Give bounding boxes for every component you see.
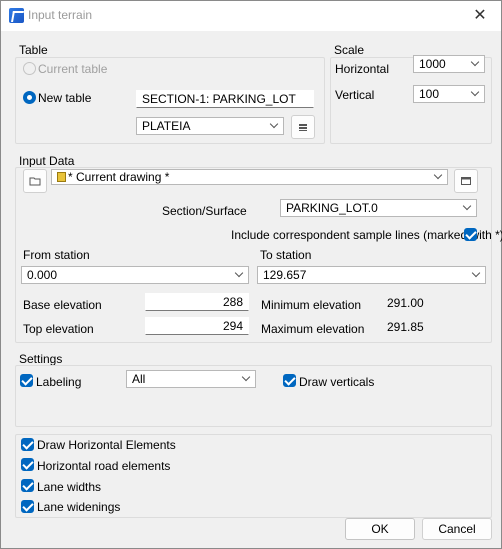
input-terrain-dialog: Input terrain ✕ Table Current table New … [0,0,502,549]
base-elevation-input[interactable]: 288 [145,293,249,311]
labeling-select[interactable]: All [126,370,256,388]
section-surface-value: PARKING_LOT.0 [286,201,378,215]
horizontal-scale-label: Horizontal [335,62,390,76]
labeling-checkbox[interactable] [20,374,33,387]
table-layer-value: PLATEIA [142,119,191,133]
include-sample-lines-label: Include correspondent sample lines (mark… [231,228,502,242]
chevron-down-icon [464,204,471,211]
include-sample-lines-checkbox[interactable] [464,228,477,241]
minimum-elevation-value: 291.00 [387,296,424,310]
horizontal-scale-select[interactable]: 1000 [413,55,485,73]
chevron-down-icon [435,173,442,180]
draw-verticals-checkbox[interactable] [283,374,296,387]
chevron-down-icon [236,271,243,278]
section-surface-select[interactable]: PARKING_LOT.0 [280,199,477,217]
draw-horizontal-elements-checkbox[interactable] [21,438,34,451]
to-station-value: 129.657 [263,268,307,282]
chevron-down-icon [271,122,278,129]
layer-picker-button[interactable] [291,115,315,139]
maximum-elevation-label: Maximum elevation [261,322,365,336]
settings-group-label: Settings [19,352,63,366]
top-elevation-input[interactable]: 294 [145,317,249,335]
table-layer-select[interactable]: PLATEIA [136,117,284,135]
chevron-down-icon [472,90,479,97]
title-bar: Input terrain ✕ [1,1,501,31]
lane-widths-checkbox[interactable] [21,479,34,492]
lane-widenings-checkbox[interactable] [21,500,34,513]
vertical-scale-select[interactable]: 100 [413,85,485,103]
chevron-down-icon [472,60,479,67]
minimum-elevation-label: Minimum elevation [261,298,362,312]
open-drawing-button[interactable] [23,169,47,193]
lane-widenings-label: Lane widenings [37,500,121,514]
lane-widths-label: Lane widths [37,480,102,494]
current-table-label: Current table [38,62,108,76]
vertical-scale-label: Vertical [335,88,375,102]
horizontal-road-elements-label: Horizontal road elements [37,459,171,473]
drawing-window-icon [461,177,471,185]
chevron-down-icon [243,375,250,382]
from-station-label: From station [23,248,90,262]
maximum-elevation-value: 291.85 [387,320,424,334]
drawing-value: * Current drawing * [68,170,170,184]
section-surface-label: Section/Surface [162,204,247,218]
horizontal-road-elements-checkbox[interactable] [21,458,34,471]
input-data-group-label: Input Data [19,154,75,168]
close-button[interactable]: ✕ [465,4,495,28]
draw-horizontal-elements-label: Draw Horizontal Elements [37,438,176,452]
ok-button[interactable]: OK [345,518,415,540]
folder-open-icon [29,177,41,186]
table-name-input[interactable]: SECTION-1: PARKING_LOT [136,90,314,108]
from-station-value: 0.000 [27,268,58,282]
from-station-select[interactable]: 0.000 [21,266,249,284]
new-table-label: New table [38,91,92,105]
current-table-radio[interactable] [23,62,36,75]
cancel-button[interactable]: Cancel [422,518,492,540]
drawing-action-button[interactable] [454,169,478,193]
top-elevation-label: Top elevation [23,322,94,336]
app-icon [9,8,24,23]
to-station-select[interactable]: 129.657 [257,266,486,284]
to-station-label: To station [260,248,312,262]
draw-verticals-label: Draw verticals [299,375,375,389]
layers-icon [299,124,307,131]
labeling-value: All [132,372,146,386]
drawing-icon [57,172,66,182]
new-table-radio[interactable] [23,91,36,104]
vertical-scale-value: 100 [419,87,440,101]
base-elevation-label: Base elevation [23,298,102,312]
scale-group-label: Scale [334,43,365,57]
table-group-label: Table [19,43,48,57]
chevron-down-icon [473,271,480,278]
drawing-select[interactable]: * Current drawing * [51,169,448,185]
labeling-label: Labeling [36,375,82,389]
horizontal-scale-value: 1000 [419,57,446,71]
window-title: Input terrain [28,8,93,22]
